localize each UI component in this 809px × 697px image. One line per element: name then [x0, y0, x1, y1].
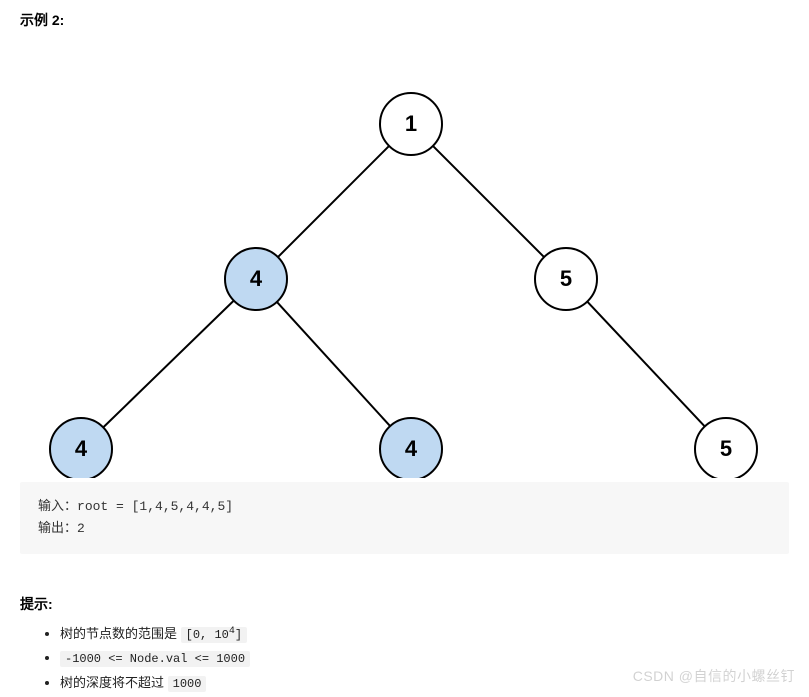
hint-text: 树的深度将不超过	[60, 675, 164, 690]
hint-code: -1000 <= Node.val <= 1000	[60, 651, 250, 667]
hint-code: [0, 104]	[181, 627, 247, 643]
tree-node-value: 4	[75, 436, 88, 461]
tree-node-value: 4	[405, 436, 418, 461]
tree-node: 4	[380, 418, 442, 478]
hints-list: 树的节点数的范围是 [0, 104] -1000 <= Node.val <= …	[20, 622, 789, 696]
hint-item-3: 树的深度将不超过 1000	[60, 671, 789, 696]
output-label: 输出：	[38, 520, 77, 535]
tree-node-value: 4	[250, 266, 263, 291]
hint-code: 1000	[168, 676, 207, 692]
tree-node-value: 5	[720, 436, 732, 461]
tree-node: 5	[695, 418, 757, 478]
tree-node: 5	[535, 248, 597, 310]
example-label: 示例 2:	[20, 10, 789, 30]
input-value: root = [1,4,5,4,4,5]	[77, 499, 233, 514]
hint-item-2: -1000 <= Node.val <= 1000	[60, 646, 789, 671]
hint-item-1: 树的节点数的范围是 [0, 104]	[60, 622, 789, 647]
tree-edge	[278, 146, 389, 257]
input-label: 输入：	[38, 498, 77, 513]
tree-diagram: 1 4 5 4 4 5	[20, 38, 789, 478]
tree-edge	[433, 146, 544, 257]
output-value: 2	[77, 521, 85, 536]
tree-node-value: 1	[405, 111, 417, 136]
hints-label: 提示:	[20, 594, 789, 614]
code-example-box: 输入：root = [1,4,5,4,4,5] 输出：2	[20, 482, 789, 554]
output-line: 输出：2	[38, 518, 771, 540]
tree-edge	[587, 302, 705, 427]
tree-node-value: 5	[560, 266, 572, 291]
tree-node: 1	[380, 93, 442, 155]
tree-edge	[277, 302, 390, 426]
hint-text: 树的节点数的范围是	[60, 626, 177, 641]
tree-node: 4	[50, 418, 112, 478]
tree-edge	[103, 301, 234, 428]
input-line: 输入：root = [1,4,5,4,4,5]	[38, 496, 771, 518]
tree-svg: 1 4 5 4 4 5	[20, 38, 790, 478]
tree-node: 4	[225, 248, 287, 310]
